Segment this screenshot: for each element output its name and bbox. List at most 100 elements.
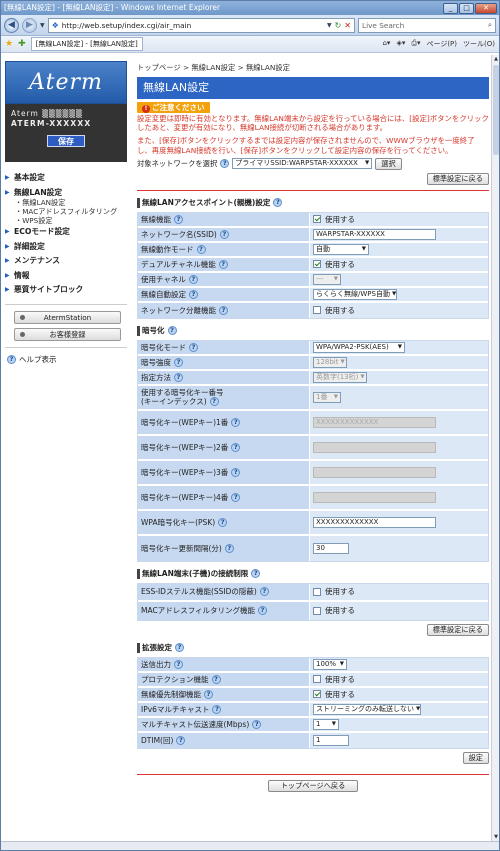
browser-tab[interactable]: [無線LAN設定] - [無線LAN設定] [30,37,143,51]
search-field[interactable]: Live Search ⌕ [358,17,496,33]
help-icon[interactable]: ? [220,159,230,169]
help-icon[interactable]: ? [273,198,283,208]
wireless-enable-checkbox[interactable] [313,215,321,224]
network-select[interactable]: プライマリSSID:WARPSTAR-XXXXXX ▼ [232,158,373,170]
help-icon[interactable]: ? [219,305,228,315]
save-button[interactable]: 保存 [47,135,85,147]
help-icon[interactable]: ? [211,674,221,684]
arrow-icon: ▶ [5,228,10,235]
help-icon[interactable]: ? [189,342,198,352]
psk-input[interactable]: XXXXXXXXXXXXX [313,516,436,528]
auto-setup-select[interactable]: らくらく無線/WPS自動 ▼ [313,288,397,300]
help-icon[interactable]: ? [252,719,262,729]
help-icon[interactable]: ? [189,289,198,299]
help-icon[interactable]: ? [231,492,241,502]
stop-icon[interactable]: ✕ [344,21,351,30]
multicast-rate-select[interactable]: 1 ▼ [313,718,339,730]
tx-power-select[interactable]: 100% ▼ [313,658,347,670]
help-icon[interactable]: ? [251,569,261,579]
title-bar: [無線LAN設定] - [無線LAN設定] - Windows Internet… [1,1,499,15]
ipv6-multicast-select[interactable]: ストリーミングのみ転送しない ▼ [313,703,421,715]
help-icon[interactable]: ? [231,417,241,427]
atermstation-button[interactable]: AtermStation [14,310,121,324]
help-icon[interactable]: ? [219,229,229,239]
help-icon[interactable]: ? [204,689,213,699]
reset-default-button-2[interactable]: 標準設定に戻る [426,623,489,636]
scroll-up-icon[interactable]: ▲ [492,55,500,63]
help-icon[interactable]: ? [188,274,198,284]
menu-maintenance[interactable]: ▶ メンテナンス [5,254,131,269]
forward-button[interactable]: ▶ [22,17,37,33]
help-icon[interactable]: ? [176,735,186,745]
help-icon[interactable]: ? [209,397,219,407]
essid-stealth-checkbox[interactable] [313,587,321,596]
help-icon[interactable]: ? [231,467,241,477]
scroll-thumb[interactable] [493,65,499,155]
add-favorites-icon[interactable]: ✚ [18,39,26,49]
help-icon[interactable]: ? [212,704,222,714]
help-icon[interactable]: ? [174,214,183,224]
close-button[interactable]: ✕ [475,2,497,14]
protection-checkbox[interactable] [313,675,321,684]
row-dual-channel: デュアルチャネル機能? 使用する [138,257,488,273]
main-panel: トップページ > 無線LAN設定 > 無線LAN設定 無線LAN設定 ! ご注意く… [137,55,489,841]
row-ipv6-multicast: IPv6マルチキャスト? ストリーミングのみ転送しない ▼ [138,702,488,718]
help-icon[interactable]: ? [218,259,228,269]
select-button[interactable]: 選択 [375,157,402,170]
help-icon[interactable]: ? [174,357,183,367]
help-icon[interactable]: ? [167,326,177,336]
bullet-icon [20,314,25,320]
refresh-icon[interactable]: ↻ [335,21,342,30]
back-button[interactable]: ◀ [4,17,19,33]
network-select-row: 対象ネットワークを選択 ? プライマリSSID:WARPSTAR-XXXXXX ▼… [137,157,489,170]
history-dropdown-icon[interactable]: ▼ [40,22,45,29]
menu-basic[interactable]: ▶ 基本設定 [5,171,131,186]
back-to-top-button[interactable]: トップページへ戻る [268,779,358,792]
mac-filter-checkbox[interactable] [313,606,321,615]
help-icon[interactable]: ? [218,517,228,527]
page-menu[interactable]: ページ(P) [426,39,457,49]
help-icon[interactable]: ? [174,372,183,382]
dual-channel-checkbox[interactable] [313,260,321,269]
key-interval-input[interactable]: 30 [313,542,349,554]
help-link[interactable]: ? ヘルプ表示 [7,354,131,365]
menu-eco[interactable]: ▶ ECOモード設定 [5,225,131,240]
feeds-icon[interactable]: ◈▾ [396,39,405,49]
ssid-input[interactable]: WARPSTAR-XXXXXX [313,228,436,240]
address-field[interactable]: ❖ http://web.setup/index.cgi/air_main ▼ … [47,17,355,33]
row-ssid: ネットワーク名(SSID)? WARPSTAR-XXXXXX [138,227,488,243]
limit-section: 無線LAN端末(子機)の接続制限? ESS-IDステルス機能(SSIDの隠蔽)?… [137,568,489,636]
enc-mode-select[interactable]: WPA/WPA2-PSK(AES) ▼ [313,341,405,353]
reset-default-button[interactable]: 標準設定に戻る [426,172,489,185]
help-icon[interactable]: ? [258,606,268,616]
favorites-star-icon[interactable]: ★ [5,39,13,49]
menu-site-block[interactable]: ▶ 悪質サイトブロック [5,283,131,298]
set-button[interactable]: 設定 [462,751,489,764]
maximize-button[interactable]: □ [459,2,474,14]
help-icon[interactable]: ? [196,244,206,254]
menu-advanced[interactable]: ▶ 詳細設定 [5,240,131,255]
home-icon[interactable]: ⌂▾ [382,39,390,49]
priority-checkbox[interactable] [313,690,321,699]
scroll-down-icon[interactable]: ▼ [492,833,500,841]
address-dropdown-icon[interactable]: ▼ [327,22,332,29]
print-icon[interactable]: ⎙▾ [411,39,420,49]
submenu-wps[interactable]: ・WPS設定 [5,216,131,225]
menu-info[interactable]: ▶ 情報 [5,269,131,284]
help-icon[interactable]: ? [224,543,234,553]
help-icon[interactable]: ? [175,643,184,653]
vertical-scrollbar[interactable]: ▲ ▼ [491,55,499,841]
tools-menu[interactable]: ツール(O) [463,39,495,49]
search-icon[interactable]: ⌕ [488,20,492,30]
help-icon[interactable]: ? [259,587,269,597]
chevron-down-icon: ▼ [365,160,370,167]
help-icon[interactable]: ? [174,659,183,669]
submenu-wireless-lan[interactable]: ・無線LAN設定 [5,198,131,207]
submenu-mac-filter[interactable]: ・MACアドレスフィルタリング [5,207,131,216]
minimize-button[interactable]: _ [443,2,458,14]
help-icon[interactable]: ? [231,442,241,452]
customer-register-button[interactable]: お客様登録 [14,327,121,341]
mode-select[interactable]: 自動 ▼ [313,243,369,255]
network-separation-checkbox[interactable] [313,306,321,315]
dtim-input[interactable]: 1 [313,734,349,746]
